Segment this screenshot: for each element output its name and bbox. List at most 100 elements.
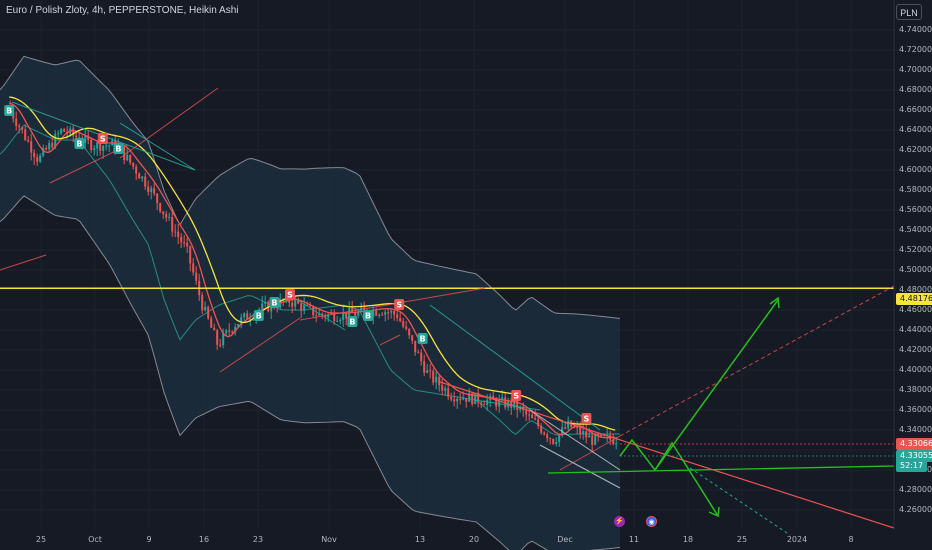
sell-signal: S — [511, 390, 522, 401]
candle-body — [474, 392, 477, 405]
candle-body — [189, 246, 192, 264]
candle-body — [375, 310, 378, 316]
candle-body — [525, 410, 528, 415]
price-tick: 4.44000 — [899, 325, 932, 334]
candle-body — [564, 427, 567, 429]
candle-body — [378, 314, 381, 316]
price-chart[interactable]: BBSBBBSBBSBSS — [0, 0, 932, 550]
candle-body — [588, 435, 591, 438]
price-tick: 4.74000 — [899, 25, 932, 34]
candle-body — [180, 237, 183, 243]
globe-icon[interactable]: ◉ — [646, 516, 657, 527]
candle-body — [84, 135, 87, 143]
candle-body — [207, 306, 210, 319]
candle-body — [384, 312, 387, 315]
sell-signal: S — [285, 289, 295, 300]
candle-body — [192, 263, 195, 273]
candle-body — [420, 352, 423, 362]
candle-body — [546, 434, 549, 439]
candle-body — [129, 154, 132, 163]
candle-body — [540, 425, 543, 433]
buy-signal: B — [253, 310, 264, 321]
candle-body — [444, 388, 447, 391]
candle-body — [195, 272, 198, 281]
candle-body — [105, 145, 108, 147]
sell-signal: S — [581, 413, 592, 424]
candle-body — [153, 188, 156, 194]
price-tick: 4.68000 — [899, 85, 932, 94]
candle-body — [39, 155, 42, 162]
time-tick: 25 — [736, 535, 748, 544]
candle-body — [15, 118, 18, 126]
candle-body — [429, 370, 432, 372]
candle-body — [243, 313, 246, 318]
price-tick: 4.46000 — [899, 305, 932, 314]
candle-body — [405, 326, 408, 329]
candle-body — [555, 441, 558, 444]
signal-label: S — [100, 135, 106, 144]
candle-body — [396, 314, 399, 318]
candle-body — [558, 434, 561, 442]
candle-body — [51, 142, 54, 148]
resistance-price-label: 4.48176 — [896, 293, 932, 305]
candle-body — [354, 312, 357, 316]
candle-body — [303, 304, 306, 311]
candle-body — [21, 127, 24, 130]
bullish-projection — [619, 299, 779, 472]
candle-body — [294, 300, 297, 307]
candle-body — [582, 431, 585, 435]
time-tick: 25 — [35, 535, 47, 544]
candle-body — [543, 432, 546, 435]
candle-body — [150, 188, 153, 192]
candle-body — [453, 399, 456, 402]
candle-body — [177, 231, 180, 238]
currency-button[interactable]: PLN — [896, 4, 922, 20]
sell-signal: S — [97, 133, 108, 144]
candle-body — [165, 214, 168, 218]
signal-label: B — [420, 335, 426, 344]
time-tick: Nov — [321, 535, 337, 544]
price-tick: 4.42000 — [899, 345, 932, 354]
candle-body — [141, 176, 144, 179]
time-tick: 23 — [252, 535, 264, 544]
candle-body — [24, 129, 27, 140]
candle-body — [225, 330, 228, 334]
countdown-label: 52:17 — [896, 460, 928, 472]
price-tick: 4.54000 — [899, 225, 932, 234]
candle-body — [465, 398, 468, 402]
time-tick: 8 — [848, 535, 854, 544]
price-tick: 4.72000 — [899, 45, 932, 54]
candle-body — [135, 166, 138, 174]
candle-body — [183, 242, 186, 244]
last-close-label: 4.33066 — [896, 438, 932, 450]
candle-body — [162, 211, 165, 215]
time-tick: 18 — [682, 535, 694, 544]
candle-body — [60, 128, 63, 134]
candle-body — [387, 312, 390, 314]
candle-body — [441, 385, 444, 391]
candle-body — [27, 139, 30, 142]
chart-title: Euro / Polish Zloty, 4h, PEPPERSTONE, He… — [6, 5, 239, 16]
candle-body — [339, 319, 342, 321]
candle-body — [216, 330, 219, 345]
lightning-icon[interactable]: ⚡ — [614, 516, 625, 527]
candle-body — [213, 327, 216, 331]
candle-body — [18, 125, 21, 128]
candle-body — [102, 145, 105, 151]
candle-body — [96, 142, 99, 149]
price-tick: 4.70000 — [899, 65, 932, 74]
time-tick: 16 — [198, 535, 210, 544]
price-tick: 4.50000 — [899, 265, 932, 274]
candle-body — [615, 443, 618, 445]
signal-label: S — [396, 301, 402, 310]
candle-body — [156, 193, 159, 204]
candle-body — [261, 303, 264, 310]
candle-body — [108, 145, 111, 147]
price-tick: 4.58000 — [899, 185, 932, 194]
time-tick: 20 — [468, 535, 480, 544]
price-tick: 4.62000 — [899, 145, 932, 154]
price-tick: 4.40000 — [899, 365, 932, 374]
candle-body — [342, 312, 345, 320]
candle-body — [171, 217, 174, 232]
signal-label: B — [115, 145, 121, 154]
